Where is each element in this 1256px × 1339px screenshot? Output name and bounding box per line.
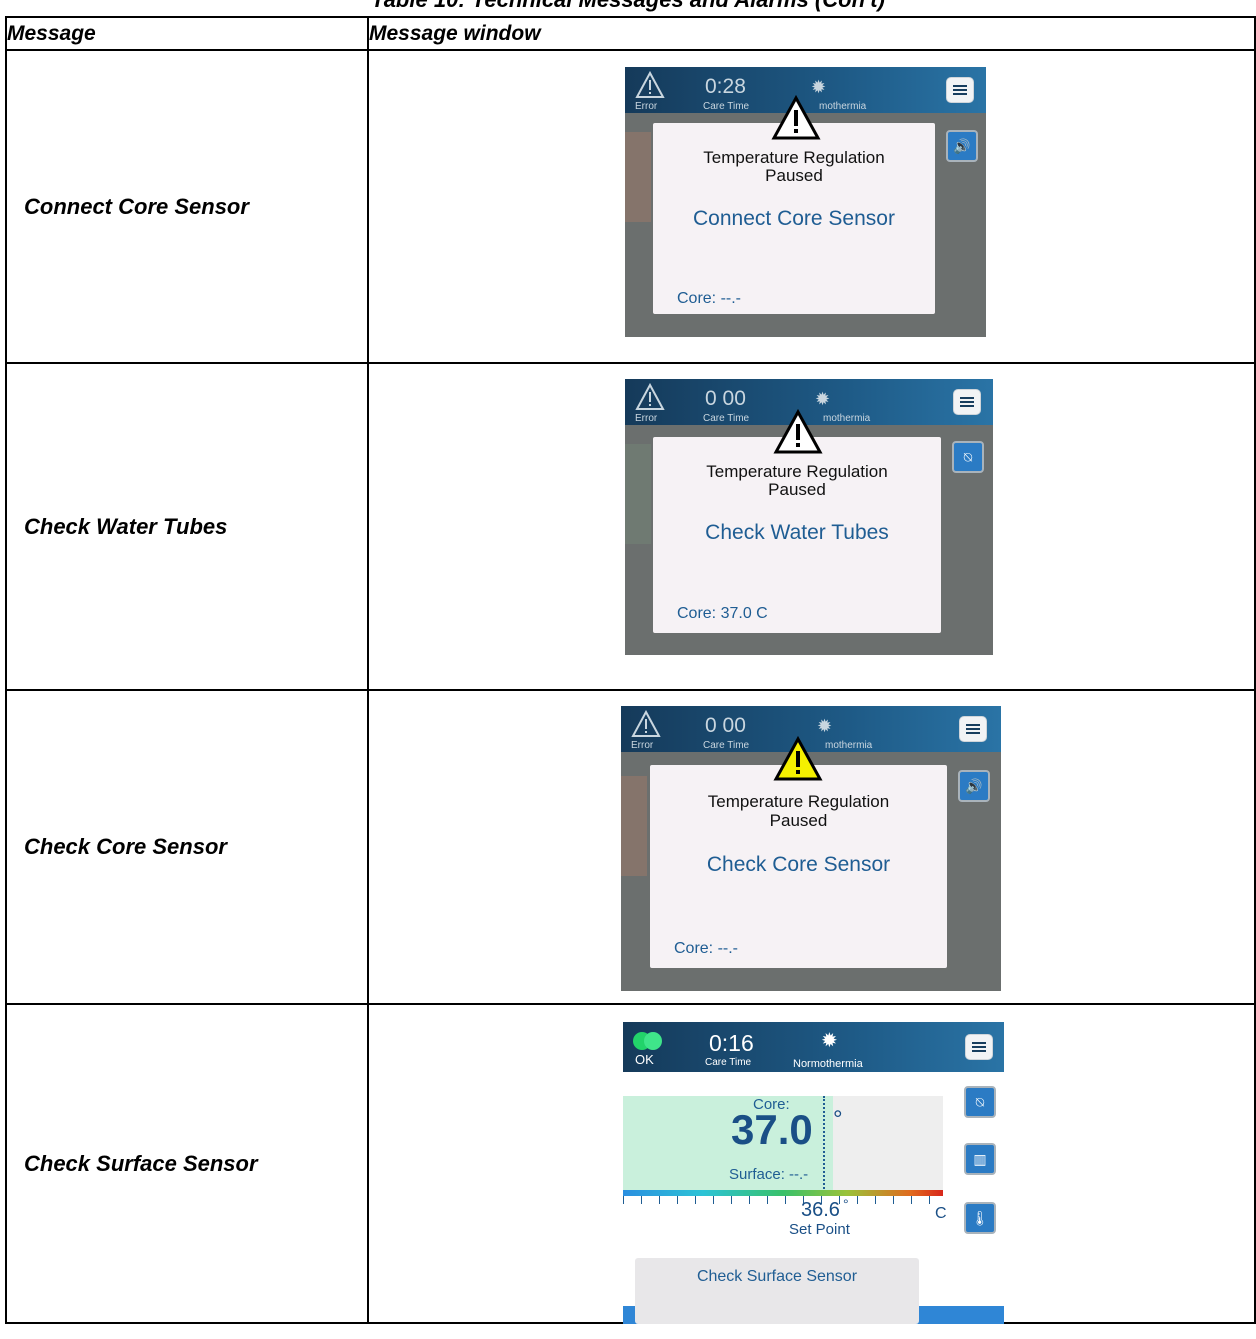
care-time-label: Care Time bbox=[703, 101, 750, 112]
popup-title-line2: Paused bbox=[768, 480, 826, 499]
device-screen: Error 0:28 Care Time ✹ mothermia 🔊 Tempe… bbox=[625, 67, 986, 337]
popup-message: Check Water Tubes bbox=[705, 521, 889, 544]
alarm-popup: Temperature Regulation Paused Check Core… bbox=[650, 765, 947, 968]
check-surface-sensor-banner: Check Surface Sensor bbox=[635, 1258, 919, 1324]
care-time-value: 0 00 bbox=[705, 714, 746, 737]
messages-table: Message Message window Connect Core Sens… bbox=[5, 16, 1256, 1324]
popup-message: Connect Core Sensor bbox=[693, 207, 895, 230]
popup-title-line1: Temperature Regulation bbox=[703, 148, 885, 167]
message-window-cell: OK 0:16 Care Time ✹ Normothermia Core: 3… bbox=[367, 1003, 1256, 1324]
setpoint-marker-line bbox=[823, 1096, 825, 1196]
device-screen: OK 0:16 Care Time ✹ Normothermia Core: 3… bbox=[623, 1022, 1004, 1324]
alarm-popup: Temperature Regulation Paused Check Wate… bbox=[653, 437, 941, 633]
popup-title-line1: Temperature Regulation bbox=[706, 462, 888, 481]
popup-message: Check Core Sensor bbox=[706, 853, 891, 876]
core-readout: Core: --.- bbox=[674, 940, 738, 957]
alarm-muted-icon[interactable]: ⍉ bbox=[952, 441, 984, 473]
alarm-popup: Temperature Regulation Paused Connect Co… bbox=[653, 123, 935, 314]
message-label: Connect Core Sensor bbox=[5, 49, 369, 364]
setpoint-degree: ° bbox=[843, 1196, 849, 1212]
message-window-cell: Error 0 00 Care Time ✹ mothermia 🔊 Tempe… bbox=[367, 689, 1256, 1005]
message-label: Check Core Sensor bbox=[5, 689, 369, 1005]
table-row: Check Core Sensor Error 0 00 Care Time ✹… bbox=[5, 689, 1256, 1005]
table-caption: Table 10: Technical Messages and Alarms … bbox=[0, 0, 1256, 13]
header-message-window: Message window bbox=[367, 16, 1256, 51]
error-warning-icon bbox=[635, 71, 665, 98]
care-time-value: 0:28 bbox=[705, 75, 746, 98]
core-degree: ° bbox=[833, 1106, 843, 1133]
mode-label: mothermia bbox=[825, 740, 873, 751]
thermometer-icon[interactable]: 🌡 bbox=[964, 1202, 996, 1234]
sun-icon: ✹ bbox=[817, 716, 833, 736]
surface-label: Surface: --.- bbox=[729, 1166, 809, 1183]
table-header-row: Message Message window bbox=[5, 16, 1256, 51]
status-label: Error bbox=[635, 413, 658, 424]
care-time-label: Care Time bbox=[703, 413, 750, 424]
error-warning-icon bbox=[631, 710, 661, 737]
ok-indicator-icon bbox=[633, 1032, 663, 1050]
chart-icon[interactable]: ▥ bbox=[964, 1143, 996, 1175]
message-window-cell: Error 0 00 Care Time ✹ mothermia ⍉ Tempe… bbox=[367, 362, 1256, 691]
menu-button[interactable] bbox=[953, 389, 981, 415]
scale-ticks bbox=[623, 1196, 943, 1204]
menu-button[interactable] bbox=[959, 716, 987, 742]
care-time-value: 0:16 bbox=[709, 1030, 754, 1056]
care-time-label: Care Time bbox=[705, 1057, 752, 1068]
sun-icon: ✹ bbox=[815, 389, 831, 409]
menu-button[interactable] bbox=[946, 77, 974, 103]
table-row: Connect Core Sensor Error 0:28 Care Time… bbox=[5, 49, 1256, 364]
speaker-icon[interactable]: 🔊 bbox=[946, 130, 978, 162]
sun-icon: ✹ bbox=[821, 1030, 838, 1052]
mode-label: mothermia bbox=[819, 101, 867, 112]
table-row: Check Surface Sensor OK 0:16 Care Time ✹… bbox=[5, 1003, 1256, 1324]
popup-title-line1: Temperature Regulation bbox=[707, 792, 890, 811]
table-row: Check Water Tubes Error 0 00 Care Time ✹… bbox=[5, 362, 1256, 691]
message-label: Check Surface Sensor bbox=[5, 1003, 369, 1324]
message-label: Check Water Tubes bbox=[5, 362, 369, 691]
status-label: Error bbox=[635, 101, 658, 112]
unit-label: C bbox=[935, 1205, 947, 1222]
warning-triangle-icon bbox=[773, 409, 823, 454]
core-value: 37.0 bbox=[731, 1106, 813, 1153]
setpoint-label: Set Point bbox=[789, 1221, 850, 1238]
warning-triangle-icon bbox=[773, 736, 823, 781]
setpoint-value: 36.6 bbox=[801, 1199, 840, 1221]
banner-message: Check Surface Sensor bbox=[696, 1268, 858, 1285]
status-label: Error bbox=[631, 740, 654, 751]
alarm-muted-icon[interactable]: ⍉ bbox=[964, 1086, 996, 1118]
status-label: OK bbox=[635, 1052, 654, 1067]
warning-triangle-icon bbox=[771, 95, 821, 140]
popup-title-line2: Paused bbox=[765, 166, 823, 185]
header-message: Message bbox=[5, 16, 369, 51]
speaker-icon[interactable]: 🔊 bbox=[958, 770, 990, 802]
mode-label: Normothermia bbox=[793, 1058, 863, 1070]
core-readout: Core: --.- bbox=[677, 290, 741, 307]
error-warning-icon bbox=[635, 383, 665, 410]
message-window-cell: Error 0:28 Care Time ✹ mothermia 🔊 Tempe… bbox=[367, 49, 1256, 364]
care-time-value: 0 00 bbox=[705, 387, 746, 410]
popup-title-line2: Paused bbox=[769, 811, 828, 830]
device-screen: Error 0 00 Care Time ✹ mothermia ⍉ Tempe… bbox=[625, 379, 993, 655]
core-readout: Core: 37.0 C bbox=[677, 605, 768, 622]
menu-button[interactable] bbox=[965, 1034, 993, 1060]
care-time-label: Care Time bbox=[703, 740, 750, 751]
device-screen: Error 0 00 Care Time ✹ mothermia 🔊 Tempe… bbox=[621, 706, 1001, 991]
mode-label: mothermia bbox=[823, 413, 871, 424]
